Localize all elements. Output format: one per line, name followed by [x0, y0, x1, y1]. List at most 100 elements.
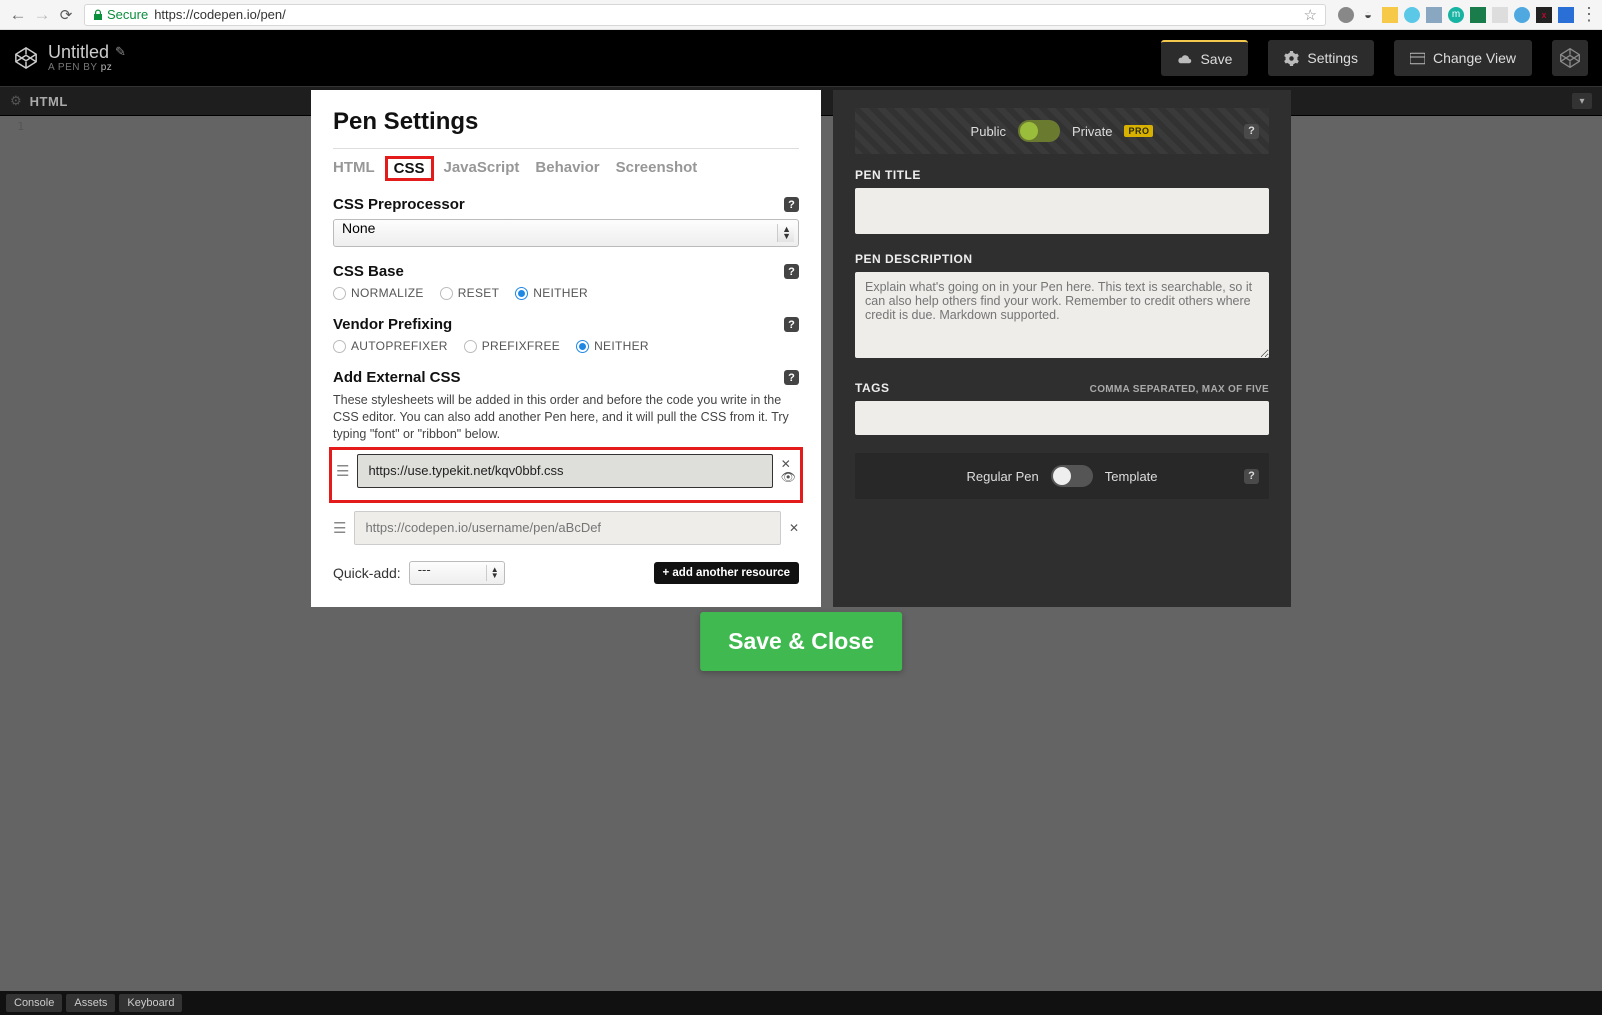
codepen-logo-icon	[14, 46, 38, 70]
radio-vendor-neither[interactable]: NEITHER	[576, 339, 649, 353]
pen-description-input[interactable]	[855, 272, 1269, 358]
pen-subtitle: A PEN BY pz	[48, 62, 126, 73]
settings-right-panel: Public Private PRO ? PEN TITLE PEN DESCR…	[833, 90, 1291, 607]
external-resource-row: ☰ ✕ 👁	[336, 454, 796, 488]
editor-lang: HTML	[30, 94, 68, 109]
pocket-icon[interactable]: ◒	[1360, 7, 1376, 23]
drag-handle-icon[interactable]: ☰	[336, 462, 349, 480]
drag-handle-icon[interactable]: ☰	[333, 519, 346, 537]
codepen-logo-icon	[1559, 47, 1581, 69]
external-url-input[interactable]	[354, 511, 780, 545]
ext-icon[interactable]	[1338, 7, 1354, 23]
change-view-button[interactable]: Change View	[1394, 40, 1532, 76]
preprocessor-select[interactable]: None ▲▼	[333, 219, 799, 247]
save-button[interactable]: Save	[1161, 40, 1248, 76]
layout-icon	[1410, 51, 1425, 66]
private-label: Private	[1072, 124, 1112, 139]
gear-icon[interactable]: ⚙	[10, 93, 22, 109]
lock-icon: Secure	[93, 7, 148, 22]
pencil-icon[interactable]: ✎	[115, 45, 126, 59]
eye-icon[interactable]: 👁	[781, 471, 796, 483]
author-link[interactable]: pz	[101, 62, 113, 73]
settings-button[interactable]: Settings	[1268, 40, 1374, 76]
pen-title-label: PEN TITLE	[855, 168, 921, 182]
star-icon[interactable]: ☆	[1304, 6, 1317, 24]
tags-input[interactable]	[855, 401, 1269, 435]
css-base-label: CSS Base	[333, 263, 404, 280]
url-text: https://codepen.io/pen/	[154, 7, 286, 22]
preprocessor-label: CSS Preprocessor	[333, 196, 465, 213]
ext-icon[interactable]: x	[1536, 7, 1552, 23]
user-avatar[interactable]	[1552, 40, 1588, 76]
radio-autoprefixer[interactable]: AUTOPREFIXER	[333, 339, 448, 353]
help-icon[interactable]: ?	[784, 197, 799, 212]
back-button[interactable]: ←	[6, 5, 30, 25]
template-label: Template	[1105, 469, 1158, 484]
vendor-prefixing-label: Vendor Prefixing	[333, 316, 452, 333]
regular-pen-label: Regular Pen	[966, 469, 1038, 484]
keyboard-button[interactable]: Keyboard	[119, 994, 182, 1012]
radio-prefixfree[interactable]: PREFIXFREE	[464, 339, 560, 353]
forward-button[interactable]: →	[30, 5, 54, 25]
help-icon[interactable]: ?	[784, 317, 799, 332]
tab-screenshot[interactable]: Screenshot	[616, 159, 698, 178]
ext-icon[interactable]	[1382, 7, 1398, 23]
browser-chrome: ← → ⟳ Secure https://codepen.io/pen/ ☆ ◒…	[0, 0, 1602, 30]
external-css-label: Add External CSS	[333, 369, 461, 386]
ext-icon[interactable]	[1426, 7, 1442, 23]
help-icon[interactable]: ?	[784, 264, 799, 279]
settings-left-panel: Pen Settings HTML CSS JavaScript Behavio…	[311, 90, 821, 607]
template-toggle-bar: Regular Pen Template ?	[855, 453, 1269, 499]
tab-css[interactable]: CSS	[385, 156, 434, 181]
help-icon[interactable]: ?	[784, 370, 799, 385]
reload-button[interactable]: ⟳	[54, 6, 78, 24]
settings-tabs: HTML CSS JavaScript Behavior Screenshot	[333, 148, 799, 178]
external-url-input[interactable]	[357, 454, 772, 488]
save-close-button[interactable]: Save & Close	[700, 612, 902, 671]
ext-icon[interactable]	[1404, 7, 1420, 23]
close-icon[interactable]: ✕	[781, 458, 796, 470]
extension-icons: ◒ m x ⋮	[1332, 4, 1596, 25]
pen-title-input[interactable]	[855, 188, 1269, 234]
ext-icon[interactable]: m	[1448, 7, 1464, 23]
visibility-toggle-bar: Public Private PRO ?	[855, 108, 1269, 154]
tags-hint: COMMA SEPARATED, MAX OF FIVE	[1090, 384, 1269, 395]
console-button[interactable]: Console	[6, 994, 62, 1012]
secure-label: Secure	[107, 7, 148, 22]
app-header: Untitled ✎ A PEN BY pz Save Settings Cha…	[0, 30, 1602, 86]
ext-icon[interactable]	[1470, 7, 1486, 23]
template-toggle[interactable]	[1051, 465, 1093, 487]
radio-neither[interactable]: NEITHER	[515, 286, 588, 300]
public-label: Public	[971, 124, 1006, 139]
tab-javascript[interactable]: JavaScript	[444, 159, 520, 178]
chevron-down-icon[interactable]: ▾	[1572, 93, 1592, 109]
tab-behavior[interactable]: Behavior	[535, 159, 599, 178]
close-icon[interactable]: ✕	[789, 522, 799, 534]
ext-icon[interactable]	[1492, 7, 1508, 23]
settings-heading: Pen Settings	[333, 108, 799, 136]
quick-add-label: Quick-add:	[333, 565, 401, 581]
url-bar[interactable]: Secure https://codepen.io/pen/ ☆	[84, 4, 1326, 26]
external-css-desc: These stylesheets will be added in this …	[333, 392, 799, 443]
tags-label: TAGS	[855, 381, 889, 395]
settings-modal: Pen Settings HTML CSS JavaScript Behavio…	[311, 90, 1291, 607]
visibility-toggle[interactable]	[1018, 120, 1060, 142]
add-resource-button[interactable]: + add another resource	[654, 562, 800, 584]
ext-icon[interactable]	[1558, 7, 1574, 23]
external-resource-row: ☰ ✕	[333, 511, 799, 545]
cloud-icon	[1177, 52, 1192, 67]
help-icon[interactable]: ?	[1244, 469, 1259, 484]
pen-description-label: PEN DESCRIPTION	[855, 252, 973, 266]
quick-add-select[interactable]: --- ▲▼	[409, 561, 505, 585]
pen-title[interactable]: Untitled	[48, 43, 109, 63]
pro-badge: PRO	[1124, 125, 1153, 137]
footer-bar: Console Assets Keyboard	[0, 991, 1602, 1015]
tab-html[interactable]: HTML	[333, 159, 375, 178]
radio-normalize[interactable]: NORMALIZE	[333, 286, 424, 300]
help-icon[interactable]: ?	[1244, 124, 1259, 139]
radio-reset[interactable]: RESET	[440, 286, 500, 300]
ext-icon[interactable]	[1514, 7, 1530, 23]
assets-button[interactable]: Assets	[66, 994, 115, 1012]
chrome-menu-icon[interactable]: ⋮	[1580, 4, 1596, 25]
gear-icon	[1284, 51, 1299, 66]
